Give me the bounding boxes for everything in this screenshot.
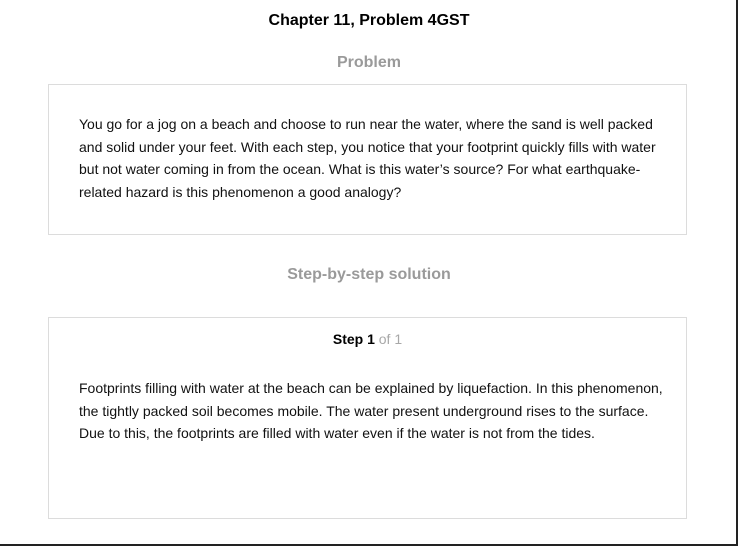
step-number-label: Step 1 [332,331,375,347]
step-total-label: of 1 [378,331,403,347]
step-indicator: Step 1 of 1 [49,331,686,347]
solution-card: Step 1 of 1 Footprints filling with wate… [48,317,687,519]
page-title: Chapter 11, Problem 4GST [268,12,470,29]
solution-text: Footprints filling with water at the bea… [79,380,663,441]
solution-heading: Step-by-step solution [287,266,451,283]
problem-heading: Problem [336,54,401,71]
problem-text: You go for a jog on a beach and choose t… [79,116,656,200]
problem-card: You go for a jog on a beach and choose t… [48,84,687,235]
